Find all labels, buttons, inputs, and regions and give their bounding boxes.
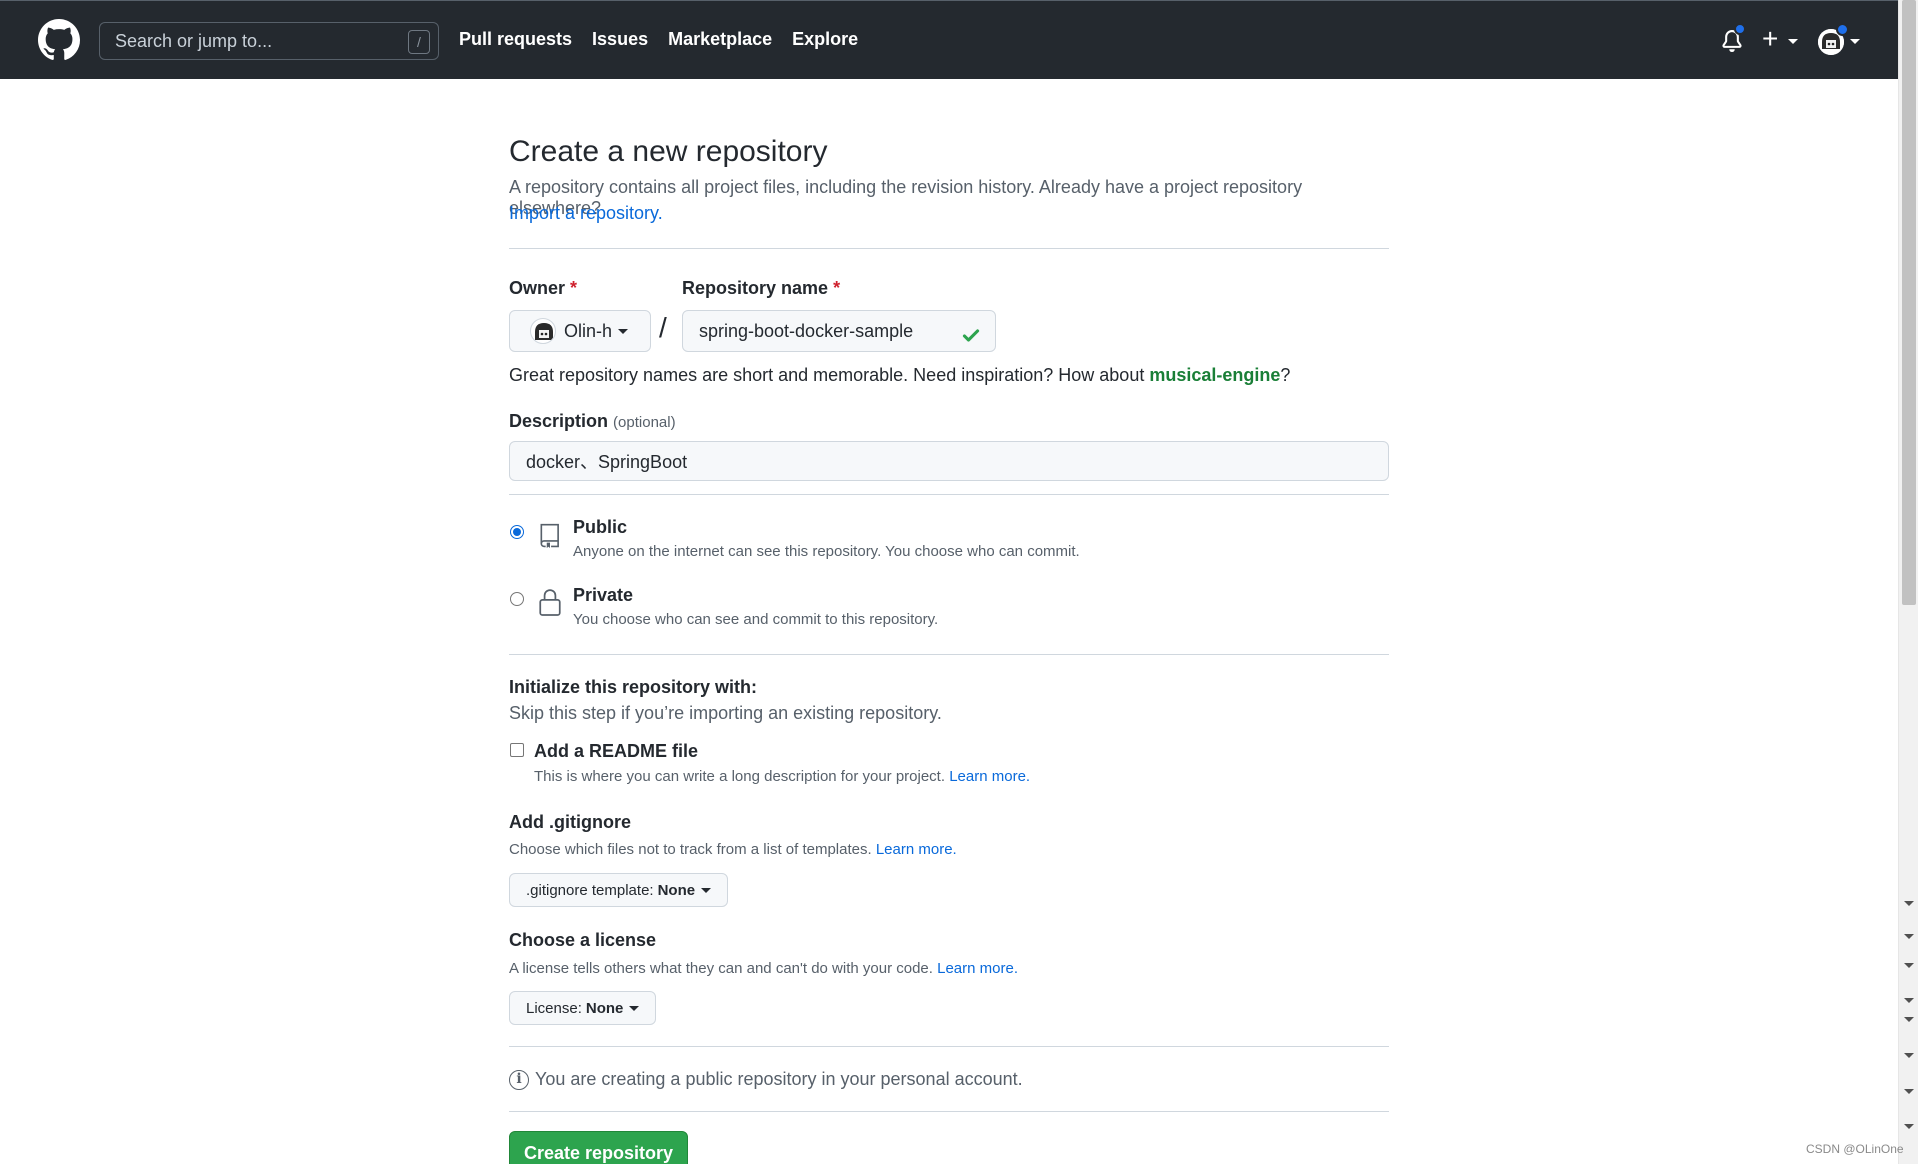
scroll-down-arrow-icon[interactable] <box>1904 1124 1914 1129</box>
repo-name-label: Repository name * <box>682 278 840 299</box>
name-suggestion-link[interactable]: musical-engine <box>1149 365 1280 385</box>
optional-tag: (optional) <box>613 414 676 431</box>
divider <box>509 654 1389 655</box>
license-select[interactable]: License: None <box>509 991 657 1025</box>
scroll-down-arrow-icon[interactable] <box>1904 1017 1914 1022</box>
plus-icon[interactable]: + <box>1762 23 1778 55</box>
scroll-down-arrow-icon[interactable] <box>1904 1089 1914 1094</box>
license-select-value: None <box>585 999 624 1017</box>
license-desc-text: A license tells others what they can and… <box>509 960 933 977</box>
hint-text: Great repository names are short and mem… <box>509 365 1150 385</box>
import-repository-link[interactable]: Import a repository. <box>509 203 663 224</box>
chevron-down-icon <box>618 328 629 334</box>
owner-label: Owner * <box>509 278 577 299</box>
visibility-private-radio[interactable] <box>510 592 524 606</box>
gitignore-select-value: None <box>657 881 696 899</box>
scroll-down-arrow-icon[interactable] <box>1904 963 1914 968</box>
search-placeholder: Search or jump to... <box>115 30 273 51</box>
visibility-private-title: Private <box>573 585 634 605</box>
license-select-label: License: <box>526 999 582 1017</box>
repo-icon <box>540 523 559 548</box>
divider <box>509 494 1389 495</box>
scroll-down-arrow-icon[interactable] <box>1904 901 1914 906</box>
readme-desc-text: This is where you can write a long descr… <box>534 768 946 785</box>
lock-icon <box>539 589 561 616</box>
nav-issues[interactable]: Issues <box>592 29 648 50</box>
owner-repo-separator: / <box>659 312 667 343</box>
top-header: Search or jump to... / Pull requests Iss… <box>0 0 1898 79</box>
visibility-public-radio[interactable] <box>510 525 524 539</box>
gitignore-learn-more-link[interactable]: Learn more. <box>876 841 957 858</box>
avatar-face-icon <box>535 323 553 340</box>
search-input[interactable]: Search or jump to... / <box>99 22 439 60</box>
watermark: CSDN @OLinOne <box>1806 1142 1904 1156</box>
readme-learn-more-link[interactable]: Learn more. <box>949 768 1030 785</box>
repo-name-label-text: Repository name <box>682 278 829 298</box>
avatar-status-dot-icon <box>1836 23 1849 36</box>
owner-label-text: Owner <box>509 278 566 298</box>
chevron-down-icon <box>701 887 712 893</box>
visibility-info-notice: i You are creating a public repository i… <box>509 1069 1023 1090</box>
nav-explore[interactable]: Explore <box>792 29 858 50</box>
gitignore-title: Add .gitignore <box>509 812 631 832</box>
owner-name: Olin-h <box>564 320 613 341</box>
create-repository-button[interactable]: Create repository <box>509 1131 688 1164</box>
add-readme-title: Add a README file <box>534 741 699 761</box>
github-logo-icon[interactable] <box>38 19 80 61</box>
gitignore-desc: Choose which files not to track from a l… <box>509 841 957 858</box>
add-readme-desc: This is where you can write a long descr… <box>534 768 1030 785</box>
page-scrollbar[interactable] <box>1898 0 1918 1164</box>
scrollbar-thumb[interactable] <box>1902 0 1916 605</box>
notification-dot-icon <box>1734 23 1746 35</box>
scroll-down-arrow-icon[interactable] <box>1904 934 1914 939</box>
license-desc: A license tells others what they can and… <box>509 960 1018 977</box>
gitignore-template-select[interactable]: .gitignore template: None <box>509 873 729 907</box>
license-learn-more-link[interactable]: Learn more. <box>937 960 1018 977</box>
description-label: Description (optional) <box>509 411 676 432</box>
required-mark: * <box>833 278 841 298</box>
owner-avatar <box>530 318 556 344</box>
avatar-caret-icon <box>1850 39 1860 44</box>
init-section-subtitle: Skip this step if you’re importing an ex… <box>509 703 942 723</box>
init-section-title: Initialize this repository with: <box>509 677 758 697</box>
repository-name-input[interactable]: spring-boot-docker-sample <box>682 310 996 352</box>
hint-suffix: ? <box>1280 365 1291 385</box>
visibility-private-desc: You choose who can see and commit to thi… <box>573 611 939 628</box>
nav-marketplace[interactable]: Marketplace <box>668 29 772 50</box>
global-nav: Pull requests Issues Marketplace Explore <box>459 29 878 50</box>
check-icon <box>962 329 980 342</box>
page-title: Create a new repository <box>509 135 828 168</box>
required-mark: * <box>570 278 578 298</box>
license-title: Choose a license <box>509 930 657 950</box>
scroll-down-arrow-icon[interactable] <box>1904 998 1914 1003</box>
divider <box>509 1046 1389 1047</box>
chevron-down-icon <box>629 1005 640 1011</box>
visibility-public-desc: Anyone on the internet can see this repo… <box>573 543 1080 560</box>
owner-select[interactable]: Olin-h <box>509 310 651 352</box>
repo-name-hint: Great repository names are short and mem… <box>509 365 1290 386</box>
search-shortcut-key: / <box>408 30 430 54</box>
info-text: You are creating a public repository in … <box>535 1069 1023 1089</box>
gitignore-select-label: .gitignore template: <box>526 881 654 899</box>
nav-pull-requests[interactable]: Pull requests <box>459 29 572 50</box>
gitignore-desc-text: Choose which files not to track from a l… <box>509 841 872 858</box>
description-input[interactable]: docker、SpringBoot <box>509 441 1389 481</box>
add-readme-checkbox[interactable] <box>510 743 524 757</box>
divider <box>509 248 1389 249</box>
scroll-down-arrow-icon[interactable] <box>1904 1053 1914 1058</box>
plus-caret-icon <box>1788 39 1798 44</box>
divider <box>509 1111 1389 1112</box>
description-label-text: Description <box>509 411 609 431</box>
visibility-public-title: Public <box>573 517 628 537</box>
info-icon: i <box>509 1069 529 1090</box>
